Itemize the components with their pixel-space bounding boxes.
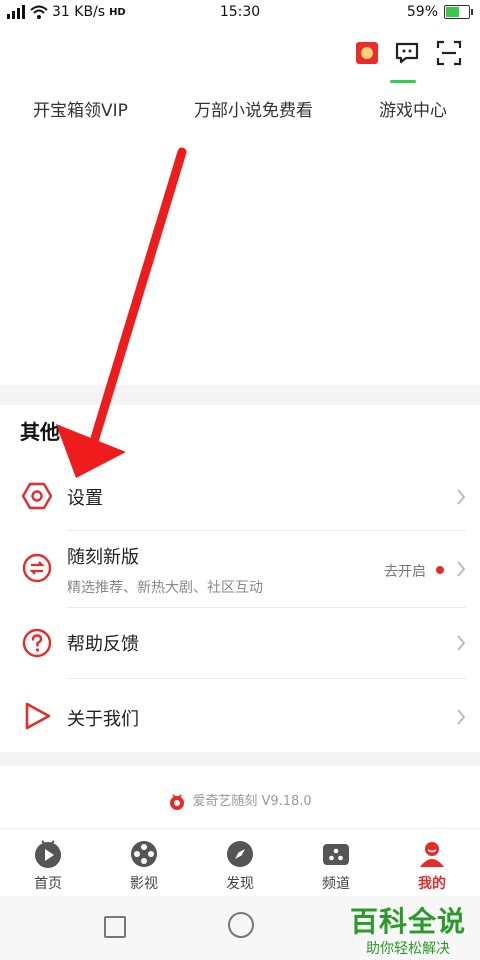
help-feedback-row[interactable]: 帮助反馈 [0,608,480,679]
compass-icon [227,841,253,867]
channel-icon [323,844,349,865]
chevron-right-icon [457,561,466,577]
app-logo-icon [170,793,185,810]
tab-discover[interactable]: 发现 [192,829,288,897]
notification-dot [436,566,444,574]
tab-channels[interactable]: 频道 [288,829,384,897]
section-separator [0,752,480,766]
app-version: 爱奇艺随刻 V9.18.0 [0,790,480,811]
battery-percent: 59% [406,4,438,20]
tab-profile[interactable]: 我的 [384,829,480,897]
about-us-label: 关于我们 [67,709,139,730]
help-icon [22,628,52,658]
profile-icon [420,842,444,867]
watermark-title: 百科全说 [349,905,466,938]
swap-icon [22,553,52,583]
settings-row[interactable]: 设置 [0,464,480,531]
watermark-subtitle: 助你轻松解决 [365,941,450,957]
quick-link-novels[interactable]: 万部小说免费看 [194,96,313,121]
new-version-row[interactable]: 随刻新版 精选推荐、新热大剧、社区互动 去开启 [0,531,480,608]
new-version-label: 随刻新版 [67,547,139,568]
chevron-right-icon [457,709,466,725]
help-feedback-label: 帮助反馈 [67,634,139,655]
watermark: 百科全说 助你轻松解决 [350,900,466,958]
home-icon [35,840,61,868]
version-text: 爱奇艺随刻 V9.18.0 [192,794,312,809]
message-icon[interactable] [394,40,420,66]
header-actions [356,40,462,66]
section-separator [0,385,480,405]
scan-icon[interactable] [436,40,462,66]
quick-link-vip[interactable]: 开宝箱领VIP [33,96,128,121]
settings-label: 设置 [67,488,103,509]
enable-hint: 去开启 [384,564,426,580]
home-button[interactable] [228,912,254,938]
recent-apps-button[interactable] [104,916,126,938]
bottom-tab-bar: 首页 影视 发现 频道 我的 [0,828,480,897]
status-bar: 31 KB/s HD 15:30 59% [0,0,480,26]
battery-icon [444,5,473,19]
tab-home[interactable]: 首页 [0,829,96,897]
about-us-row[interactable]: 关于我们 [0,679,480,751]
chevron-right-icon [457,489,466,505]
quick-link-games[interactable]: 游戏中心 [379,96,447,121]
red-packet-icon[interactable] [356,42,378,64]
new-version-subtitle: 精选推荐、新热大剧、社区互动 [67,580,263,596]
active-indicator [390,80,416,83]
section-title: 其他 [20,420,60,444]
quick-links: 开宝箱领VIP 万部小说免费看 游戏中心 [0,96,480,121]
chevron-right-icon [457,635,466,651]
settings-icon [22,482,52,510]
tab-movies[interactable]: 影视 [96,829,192,897]
play-outline-icon [25,702,51,730]
film-reel-icon [131,841,157,867]
